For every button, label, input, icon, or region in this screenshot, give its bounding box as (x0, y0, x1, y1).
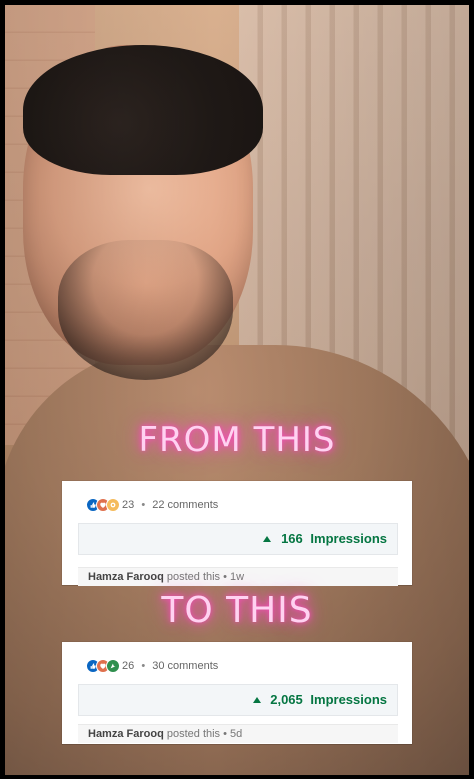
posted-footer: Hamza Farooq posted this • 1w (78, 567, 398, 586)
to-this-title: TO THIS (161, 590, 313, 631)
image-frame: FROM THIS 23 • 22 comments 166 Impressio… (0, 0, 474, 779)
reactions-comments-meta: 23 • 22 comments (122, 499, 218, 511)
posted-footer: Hamza Farooq posted this • 5d (78, 724, 398, 743)
comments-count: 30 comments (152, 660, 219, 672)
posted-text: Hamza Farooq posted this • 5d (88, 728, 242, 740)
reaction-icons (86, 658, 124, 676)
impressions-label: Impressions (310, 692, 387, 707)
from-this-title: FROM THIS (138, 420, 336, 460)
celebrate-icon (106, 659, 120, 673)
reactions-row: 23 • 22 comments (62, 497, 412, 515)
linkedin-post-stats-card-before: 23 • 22 comments 166 Impressions Hamza F… (62, 481, 412, 586)
separator-dot: • (141, 660, 146, 672)
comments-count: 22 comments (152, 499, 219, 511)
impressions-text: 166 Impressions (263, 531, 387, 546)
person-beard (58, 240, 233, 380)
reactions-count: 23 (122, 499, 135, 511)
impressions-number: 166 (281, 531, 303, 546)
reactions-row: 26 • 30 comments (62, 658, 412, 676)
reactions-count: 26 (122, 660, 135, 672)
poster-name: Hamza Farooq (88, 728, 164, 740)
linkedin-post-stats-card-after: 26 • 30 comments 2,065 Impressions Hamza… (62, 642, 412, 744)
impressions-number: 2,065 (270, 692, 303, 707)
up-triangle-icon (263, 536, 272, 542)
impressions-text: 2,065 Impressions (252, 692, 387, 707)
up-triangle-icon (252, 697, 261, 703)
reaction-icons (86, 497, 124, 515)
person-hair (23, 45, 263, 175)
impressions-box: 2,065 Impressions (78, 684, 398, 716)
person-head (23, 45, 263, 380)
poster-name: Hamza Farooq (88, 571, 164, 583)
impressions-label: Impressions (310, 531, 387, 546)
support-icon (106, 498, 120, 512)
posted-text: Hamza Farooq posted this • 1w (88, 571, 244, 583)
reactions-comments-meta: 26 • 30 comments (122, 660, 218, 672)
posted-rest: posted this • 5d (166, 728, 243, 740)
impressions-box: 166 Impressions (78, 523, 398, 555)
posted-rest: posted this • 1w (166, 571, 245, 583)
separator-dot: • (141, 499, 146, 511)
